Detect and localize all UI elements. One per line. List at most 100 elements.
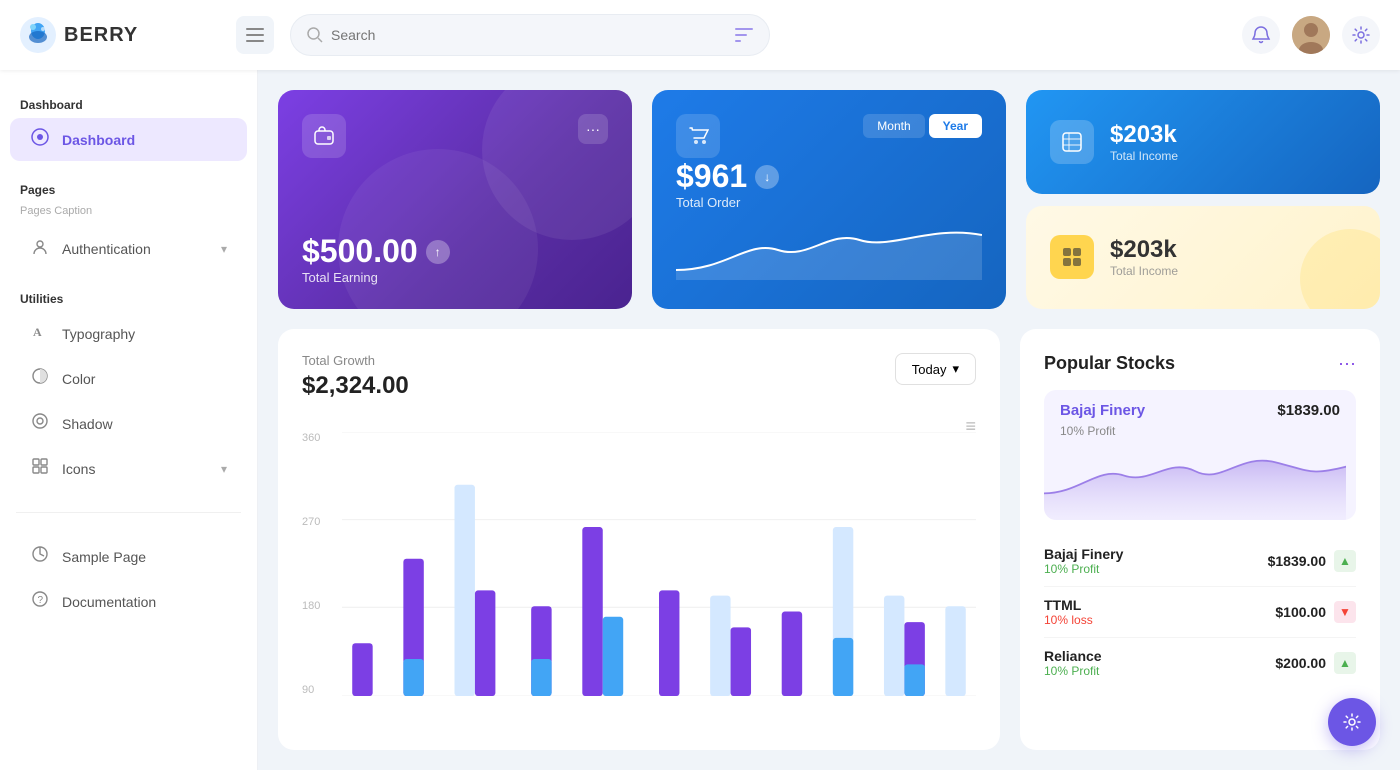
growth-header: Total Growth $2,324.00 Today ▾ xyxy=(302,353,976,400)
stock-badge-ttml: ▼ xyxy=(1334,601,1356,623)
dashboard-icon xyxy=(30,128,50,151)
sidebar-item-color[interactable]: Color xyxy=(10,357,247,400)
earning-card-arrow: ↑ xyxy=(426,240,450,264)
stock-right-bajaj: $1839.00 ▲ xyxy=(1268,550,1356,572)
bar-chart: ≡ 360 270 180 90 xyxy=(302,416,976,726)
header: BERRY xyxy=(0,0,1400,70)
search-input[interactable] xyxy=(331,27,727,43)
stock-right-ttml: $100.00 ▼ xyxy=(1275,601,1356,623)
order-card-amount: $961 ↓ xyxy=(676,158,982,195)
menu-button[interactable] xyxy=(236,16,274,54)
documentation-label: Documentation xyxy=(62,594,156,610)
order-card-toggle: Month Year xyxy=(863,114,982,138)
growth-title: Total Growth xyxy=(302,353,409,368)
bell-icon xyxy=(1251,25,1271,45)
stock-profit-ttml: 10% loss xyxy=(1044,613,1093,627)
icons-icon xyxy=(30,457,50,480)
top-cards: ··· $500.00 ↑ Total Earning xyxy=(278,90,1380,309)
income-yellow-info: $203k Total Income xyxy=(1110,236,1178,278)
icons-chevron: ▾ xyxy=(221,462,227,476)
sidebar-item-typography[interactable]: A Typography xyxy=(10,312,247,355)
stock-row-bajaj: Bajaj Finery 10% Profit $1839.00 ▲ xyxy=(1044,536,1356,587)
shadow-icon xyxy=(30,412,50,435)
pages-caption: Pages Caption xyxy=(0,201,257,225)
today-button[interactable]: Today ▾ xyxy=(895,353,976,385)
featured-stock-profit: 10% Profit xyxy=(1060,424,1115,438)
auth-chevron: ▾ xyxy=(221,242,227,256)
layout: Dashboard Dashboard Pages Pages Caption … xyxy=(0,70,1400,770)
today-label: Today xyxy=(912,362,947,377)
fab-gear-icon xyxy=(1342,712,1362,732)
notification-button[interactable] xyxy=(1242,16,1280,54)
stocks-menu-button[interactable]: ··· xyxy=(1338,353,1356,374)
documentation-icon: ? xyxy=(30,590,50,613)
income-cards: $203k Total Income $203k xyxy=(1026,90,1380,309)
toggle-month-button[interactable]: Month xyxy=(863,114,924,138)
income-blue-amount: $203k xyxy=(1110,121,1178,149)
stock-row-ttml: TTML 10% loss $100.00 ▼ xyxy=(1044,587,1356,638)
stocks-title: Popular Stocks xyxy=(1044,353,1175,374)
earning-card: ··· $500.00 ↑ Total Earning xyxy=(278,90,632,309)
earning-card-icon xyxy=(302,114,346,158)
bar-chart-svg xyxy=(342,432,976,696)
order-card-arrow: ↓ xyxy=(755,165,779,189)
stock-profit-reliance: 10% Profit xyxy=(1044,664,1102,678)
featured-stock-wave xyxy=(1044,440,1346,520)
stock-info-bajaj: Bajaj Finery 10% Profit xyxy=(1044,546,1123,576)
auth-label: Authentication xyxy=(62,241,151,257)
header-right xyxy=(1242,16,1380,54)
earning-card-label: Total Earning xyxy=(302,270,608,285)
dashboard-section-title: Dashboard xyxy=(0,90,257,116)
y-label-90: 90 xyxy=(302,684,338,696)
sidebar-item-documentation[interactable]: ? Documentation xyxy=(10,580,247,623)
filter-icon xyxy=(735,28,753,42)
utilities-section-title: Utilities xyxy=(0,284,257,310)
typography-label: Typography xyxy=(62,326,135,342)
growth-chart-card: Total Growth $2,324.00 Today ▾ ≡ 360 xyxy=(278,329,1000,750)
logo-text: BERRY xyxy=(64,24,138,47)
sidebar-item-dashboard[interactable]: Dashboard xyxy=(10,118,247,161)
color-icon xyxy=(30,367,50,390)
featured-stock-price: $1839.00 xyxy=(1277,402,1340,419)
today-chevron: ▾ xyxy=(952,361,959,377)
fab-button[interactable] xyxy=(1328,698,1376,746)
logo-area: BERRY xyxy=(20,17,220,53)
order-card-top: Month Year xyxy=(676,114,982,158)
order-card-label: Total Order xyxy=(676,195,982,210)
chart-menu-button[interactable]: ≡ xyxy=(965,416,976,437)
header-settings-button[interactable] xyxy=(1342,16,1380,54)
sample-page-label: Sample Page xyxy=(62,549,146,565)
gear-icon xyxy=(1352,26,1370,44)
stock-name-ttml: TTML xyxy=(1044,597,1093,613)
growth-amount: $2,324.00 xyxy=(302,372,409,400)
avatar[interactable] xyxy=(1292,16,1330,54)
logo-icon xyxy=(20,17,56,53)
order-card-icon xyxy=(676,114,720,158)
chart-y-labels: 360 270 180 90 xyxy=(302,432,338,696)
stocks-header: Popular Stocks ··· xyxy=(1044,353,1356,374)
stock-right-reliance: $200.00 ▲ xyxy=(1275,652,1356,674)
sidebar-item-shadow[interactable]: Shadow xyxy=(10,402,247,445)
sidebar-item-sample-page[interactable]: Sample Page xyxy=(10,535,247,578)
stock-price-reliance: $200.00 xyxy=(1275,655,1326,671)
sidebar-item-authentication[interactable]: Authentication ▾ xyxy=(10,227,247,270)
search-icon xyxy=(307,27,323,43)
search-bar xyxy=(290,14,770,56)
y-label-360: 360 xyxy=(302,432,338,444)
dashboard-label: Dashboard xyxy=(62,132,135,148)
income-yellow-label: Total Income xyxy=(1110,264,1178,278)
earning-card-amount: $500.00 ↑ xyxy=(302,233,608,270)
earning-card-menu-button[interactable]: ··· xyxy=(578,114,608,144)
income-yellow-amount: $203k xyxy=(1110,236,1178,264)
stock-info-ttml: TTML 10% loss xyxy=(1044,597,1093,627)
shopping-icon xyxy=(687,125,709,147)
shadow-label: Shadow xyxy=(62,416,113,432)
bottom-row: Total Growth $2,324.00 Today ▾ ≡ 360 xyxy=(278,329,1380,750)
income-card-blue: $203k Total Income xyxy=(1026,90,1380,194)
toggle-year-button[interactable]: Year xyxy=(929,114,982,138)
sidebar-item-icons[interactable]: Icons ▾ xyxy=(10,447,247,490)
income-blue-label: Total Income xyxy=(1110,149,1178,163)
main-content: ··· $500.00 ↑ Total Earning xyxy=(258,70,1400,770)
y-label-180: 180 xyxy=(302,600,338,612)
wallet-icon xyxy=(313,125,335,147)
